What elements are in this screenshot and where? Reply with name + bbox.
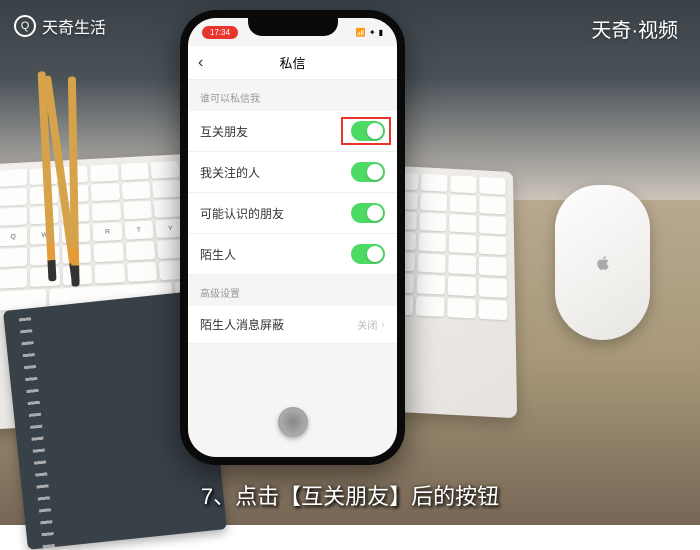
section-who-can-dm: 谁可以私信我 — [188, 80, 397, 111]
watermark-icon: Q — [14, 15, 36, 37]
row-value: 关闭 — [357, 317, 377, 332]
row-label: 互关朋友 — [200, 123, 248, 140]
row-stranger-block[interactable]: 陌生人消息屏蔽 关闭 › — [188, 306, 397, 344]
tutorial-frame: QWERTY 17:34 📶 ✦ ▮ — [0, 0, 700, 525]
status-time: 17:34 — [202, 26, 238, 39]
toggle-mutual-friends[interactable] — [351, 121, 385, 141]
row-strangers[interactable]: 陌生人 — [188, 234, 397, 275]
row-may-know[interactable]: 可能认识的朋友 — [188, 193, 397, 234]
watermark-left: Q 天奇生活 — [14, 14, 106, 38]
toggle-strangers[interactable] — [351, 244, 385, 264]
row-mutual-friends[interactable]: 互关朋友 — [188, 111, 397, 152]
signal-icon: 📶 — [356, 28, 366, 37]
tutorial-caption: 7、点击【互关朋友】后的按钮 — [201, 479, 499, 511]
apple-logo-icon — [594, 254, 612, 272]
watermark-right: 天奇·视频 — [591, 14, 678, 43]
section-advanced: 高级设置 — [188, 275, 397, 306]
apple-mouse — [555, 185, 650, 340]
row-label: 陌生人消息屏蔽 — [200, 316, 284, 333]
watermark-left-text: 天奇生活 — [42, 14, 106, 38]
row-label: 我关注的人 — [200, 164, 260, 181]
back-button[interactable]: ‹ — [198, 54, 203, 72]
toggle-following[interactable] — [351, 162, 385, 182]
row-following[interactable]: 我关注的人 — [188, 152, 397, 193]
chevron-right-icon: › — [381, 319, 385, 331]
battery-icon: ▮ — [379, 28, 383, 37]
assistive-touch-button[interactable] — [278, 407, 308, 437]
nav-bar: ‹ 私信 — [188, 46, 397, 80]
status-icons: 📶 ✦ ▮ — [356, 28, 383, 37]
nav-title: 私信 — [188, 53, 397, 72]
row-label: 陌生人 — [200, 246, 236, 263]
toggle-may-know[interactable] — [351, 203, 385, 223]
phone-mockup: 17:34 📶 ✦ ▮ ‹ 私信 谁可以私信我 互关朋友 — [180, 10, 405, 465]
row-label: 可能认识的朋友 — [200, 205, 284, 222]
wifi-icon: ✦ — [369, 28, 376, 37]
phone-notch — [248, 18, 338, 36]
